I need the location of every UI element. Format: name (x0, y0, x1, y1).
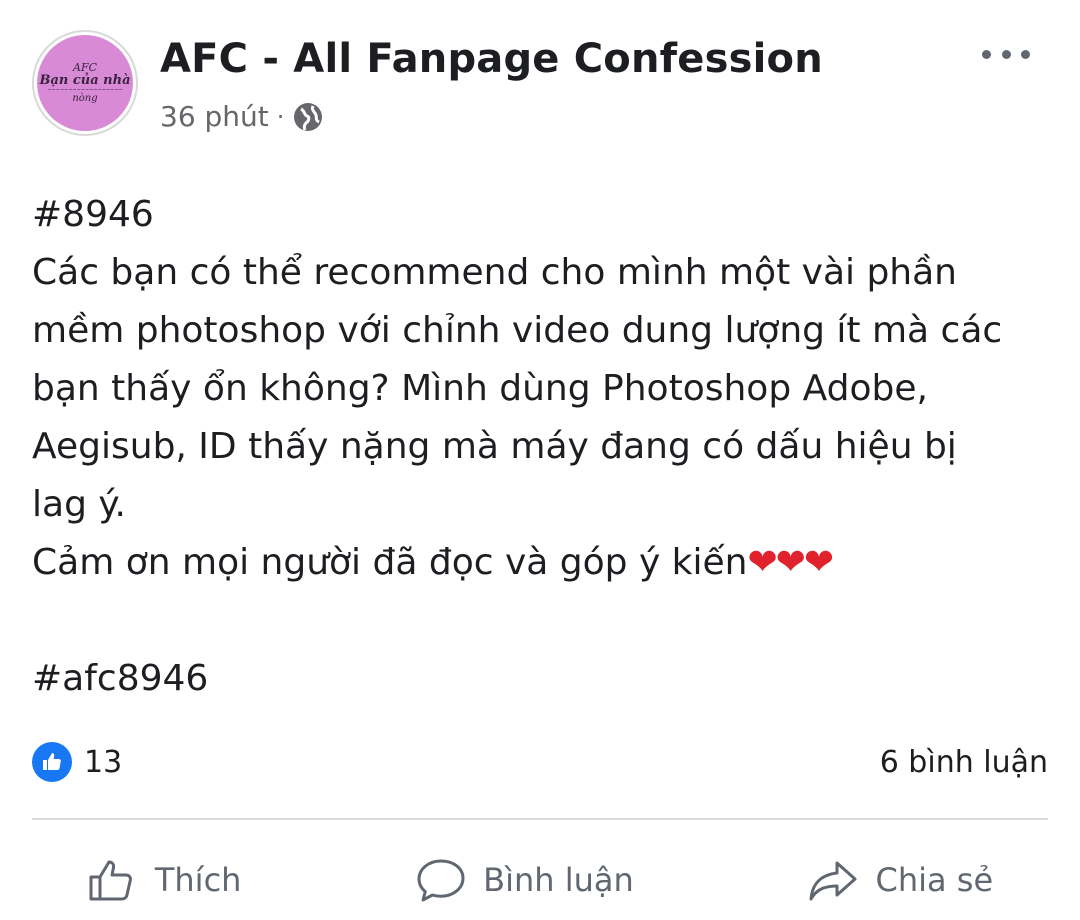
more-dots-icon (982, 49, 991, 59)
avatar-text-1: AFC (73, 60, 97, 74)
divider (32, 818, 1048, 820)
like-label: Thích (154, 861, 242, 899)
post-time[interactable]: 36 phút (160, 100, 269, 133)
post-line-thanks: Cảm ơn mọi người đã đọc và góp ý kiến❤❤❤ (32, 534, 1052, 592)
action-bar: Thích Bình luận Chia sẻ (0, 840, 1080, 920)
avatar-text-4: nòng (72, 93, 98, 105)
more-dots-icon (1001, 49, 1011, 59)
post-line: lag ý. (32, 484, 126, 525)
hashtag-link[interactable]: #afc8946 (32, 650, 1052, 708)
post-body: #8946 Các bạn có thể recommend cho mình … (32, 186, 1052, 708)
post-line: Cảm ơn mọi người đã đọc và góp ý kiến (32, 542, 748, 583)
post-card: AFC Bạn của nhà ~~~~~~~~~~~~~~~~~~ nòng … (0, 0, 1080, 918)
share-icon (809, 861, 857, 901)
post-line: bạn thấy ổn không? Mình dùng Photoshop A… (32, 368, 928, 409)
comments-count[interactable]: 6 bình luận (880, 745, 1048, 780)
comment-label: Bình luận (483, 861, 634, 899)
comment-button[interactable]: Bình luận (415, 857, 634, 903)
more-dots-icon (1021, 49, 1030, 59)
globe-icon[interactable] (292, 101, 324, 133)
post-line: mềm photoshop với chỉnh video dung lượng… (32, 310, 1003, 351)
like-icon (89, 860, 132, 901)
post-number: #8946 (32, 194, 154, 235)
thumbs-up-icon (32, 742, 72, 782)
likes-summary[interactable]: 13 (32, 742, 122, 782)
avatar-text-2: Bạn của nhà (39, 72, 131, 88)
meta-separator: · (276, 102, 285, 131)
share-label: Chia sẻ (875, 861, 994, 899)
likes-count: 13 (84, 744, 123, 780)
post-meta: 36 phút · (160, 100, 324, 133)
comment-icon (417, 859, 465, 902)
more-options-button[interactable] (982, 38, 1030, 70)
heart-icons: ❤❤❤ (747, 542, 834, 583)
avatar-logo: AFC Bạn của nhà ~~~~~~~~~~~~~~~~~~ nòng (37, 35, 133, 131)
page-name-link[interactable]: AFC - All Fanpage Confession (160, 36, 823, 82)
like-button[interactable]: Thích (87, 857, 242, 903)
page-avatar[interactable]: AFC Bạn của nhà ~~~~~~~~~~~~~~~~~~ nòng (32, 30, 138, 136)
share-button[interactable]: Chia sẻ (807, 857, 993, 903)
reaction-stats: 13 6 bình luận (32, 740, 1048, 784)
post-line: Aegisub, ID thấy nặng mà máy đang có dấu… (32, 426, 957, 467)
post-line: Các bạn có thể recommend cho mình một và… (32, 252, 957, 293)
